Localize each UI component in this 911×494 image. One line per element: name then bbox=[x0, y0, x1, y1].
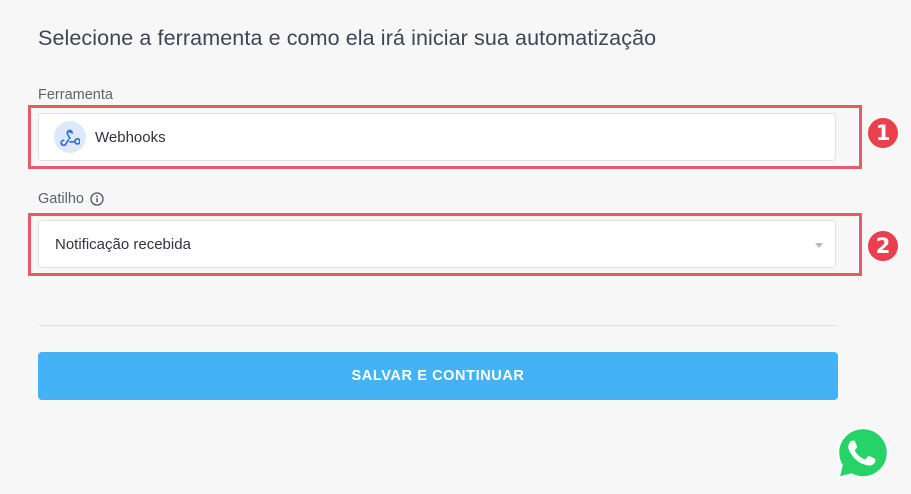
page-title: Selecione a ferramenta e como ela irá in… bbox=[38, 26, 657, 50]
highlight-box-tool bbox=[28, 105, 862, 169]
whatsapp-icon[interactable] bbox=[834, 424, 892, 482]
automation-setup-page: Selecione a ferramenta e como ela irá in… bbox=[0, 0, 911, 494]
trigger-label: Gatilho bbox=[38, 191, 84, 207]
step-badge-1: 1 bbox=[868, 118, 898, 148]
info-icon[interactable] bbox=[90, 192, 104, 206]
trigger-label-row: Gatilho bbox=[38, 191, 104, 207]
highlight-box-trigger bbox=[28, 213, 862, 276]
save-continue-button[interactable]: SALVAR E CONTINUAR bbox=[38, 352, 838, 400]
tool-label: Ferramenta bbox=[38, 87, 113, 103]
divider bbox=[38, 325, 837, 326]
step-badge-2: 2 bbox=[868, 231, 898, 261]
